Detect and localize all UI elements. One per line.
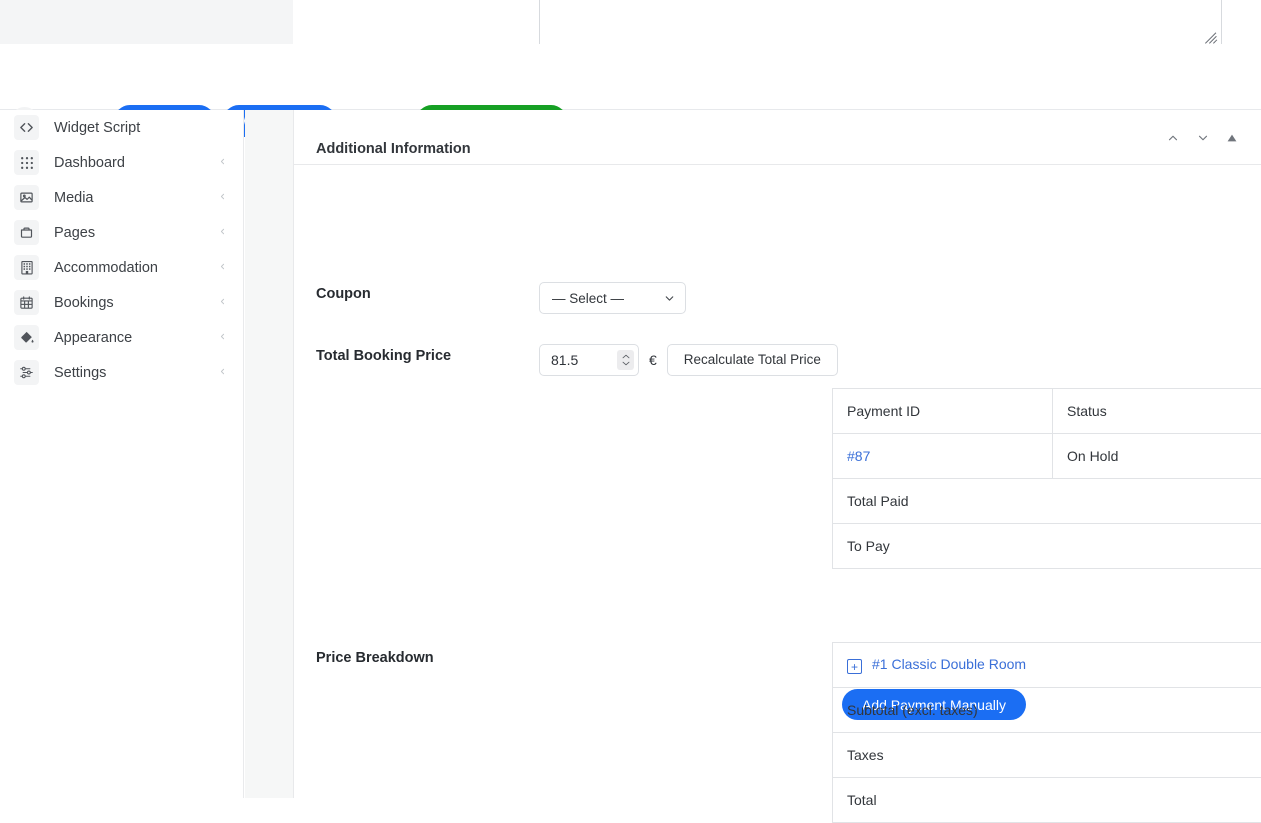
sidebar: Widget Script Dashboard Media Pages A [0,110,244,798]
top-strip-left-filler [0,0,293,44]
grid-dots-icon [14,150,39,175]
table-row: +#1 Classic Double Room €81.50 [833,643,1261,688]
sidebar-item-label: Appearance [54,330,218,346]
cell-total-label: Total [833,778,1261,823]
chevron-left-icon [218,365,227,380]
price-breakdown-table: +#1 Classic Double Room €81.50 Subtotal … [832,642,1261,823]
coupon-label: Coupon [316,282,539,314]
triangle-up-icon[interactable] [1217,110,1247,165]
cell-status: On Hold [1053,434,1261,479]
folder-icon [14,220,39,245]
chevron-left-icon [218,225,227,240]
sidebar-item-widget-script[interactable]: Widget Script [0,110,243,145]
recalculate-total-price-button[interactable]: Recalculate Total Price [667,344,838,376]
sidebar-item-label: Dashboard [54,155,218,171]
total-price-input-wrapper [539,344,639,376]
cell-room-label: + #1 Classic Double Room [833,643,1261,688]
cell-to-pay-label: To Pay [833,524,1261,569]
table-row: Subtotal (excl. taxes) €65 [833,688,1261,733]
textarea-resize-handle[interactable] [1205,31,1219,45]
additional-information-panel: Additional Information Coupon — Select — [293,110,1261,798]
payment-id-link[interactable]: #87 [847,448,870,464]
sidebar-item-accommodation[interactable]: Accommodation [0,250,243,285]
sidebar-item-label: Widget Script [54,120,229,136]
chevron-left-icon [218,190,227,205]
coupon-select-wrapper: — Select — [539,282,686,314]
coupon-select[interactable]: — Select — [539,282,686,314]
total-booking-price-control: € Recalculate Total Price [539,344,838,376]
quantity-stepper[interactable] [617,350,634,370]
sliders-icon [14,360,39,385]
chevron-up-icon[interactable] [1158,110,1188,165]
chevron-left-icon [218,260,227,275]
total-booking-price-field-row: Total Booking Price € Recalculate Total P… [316,344,838,376]
plus-box-icon[interactable]: + [847,659,862,674]
cell-subtotal-label: Subtotal (excl. taxes) [833,688,1261,733]
chevron-left-icon [218,330,227,345]
sidebar-item-bookings[interactable]: Bookings [0,285,243,320]
paint-bucket-icon [14,325,39,350]
image-icon [14,185,39,210]
description-textarea[interactable] [539,0,1222,48]
coupon-field-row: Coupon — Select — [316,282,686,314]
panel-header: Additional Information [294,110,1261,165]
building-icon [14,255,39,280]
cell-payment-id: #87 [833,434,1053,479]
table-row-total-paid: Total Paid €0 [833,479,1261,524]
sidebar-item-pages[interactable]: Pages [0,215,243,250]
total-booking-price-label: Total Booking Price [316,344,539,376]
calendar-icon [14,290,39,315]
sidebar-item-label: Accommodation [54,260,218,276]
sidebar-item-appearance[interactable]: Appearance [0,320,243,355]
sidebar-item-label: Media [54,190,218,206]
sidebar-item-dashboard[interactable]: Dashboard [0,145,243,180]
payments-table-wrapper: Payment ID Status Amount #87 On Hold €81… [832,388,1261,569]
sidebar-item-label: Pages [54,225,218,241]
payments-table: Payment ID Status Amount #87 On Hold €81… [832,388,1261,569]
page-title: Additional Information [316,122,471,177]
price-breakdown-field-row: Price Breakdown [316,646,539,666]
table-row-to-pay: To Pay €81.50 [833,524,1261,569]
price-breakdown-label: Price Breakdown [316,646,539,666]
cell-total-paid-label: Total Paid [833,479,1261,524]
sidebar-item-label: Settings [54,365,218,381]
column-header-status: Status [1053,389,1261,434]
currency-symbol: € [649,344,657,376]
coupon-control: — Select — [539,282,686,314]
chevron-left-icon [218,155,227,170]
sidebar-item-settings[interactable]: Settings [0,355,243,390]
price-breakdown-table-wrapper: +#1 Classic Double Room €81.50 Subtotal … [832,642,1261,823]
code-icon [14,115,39,140]
chevron-down-icon[interactable] [1188,110,1218,165]
table-row: #87 On Hold €81.50 [833,434,1261,479]
sidebar-item-media[interactable]: Media [0,180,243,215]
table-row: Total €81.50 [833,778,1261,823]
cell-taxes-label: Taxes [833,733,1261,778]
chevron-left-icon [218,295,227,310]
admin-bar: BB Dashboard Widget Script Lifetime subs… [0,44,1261,110]
table-row: Taxes €16.50 [833,733,1261,778]
sidebar-item-label: Bookings [54,295,218,311]
room-link[interactable]: #1 Classic Double Room [872,656,1026,672]
column-header-payment-id: Payment ID [833,389,1053,434]
table-header-row: Payment ID Status Amount [833,389,1261,434]
